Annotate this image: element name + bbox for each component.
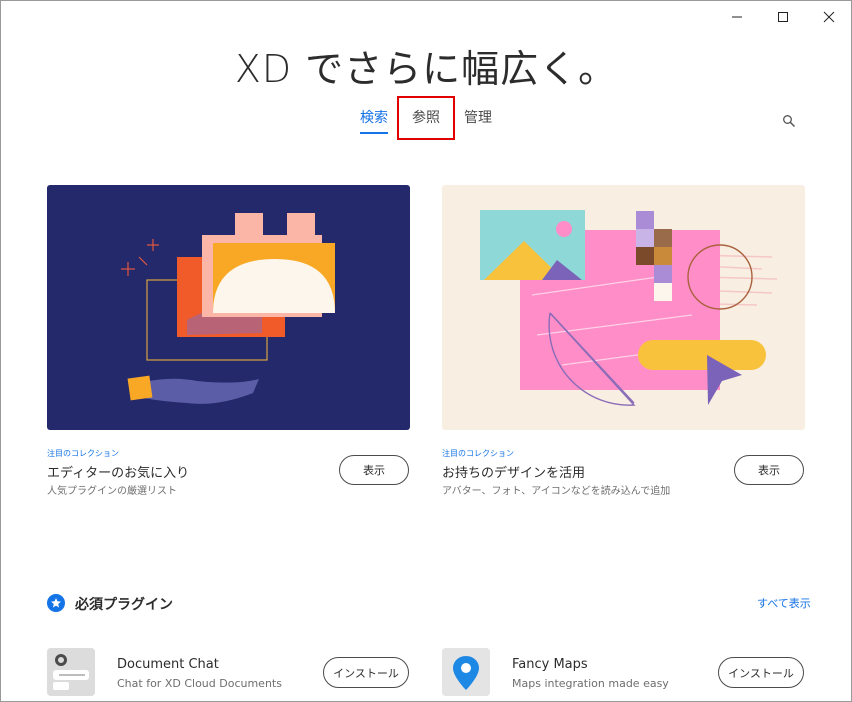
plugin-description: Chat for XD Cloud Documents	[117, 677, 282, 690]
star-badge-icon	[47, 594, 65, 612]
install-button[interactable]: インストール	[323, 657, 409, 688]
maximize-icon	[778, 12, 788, 22]
maximize-button[interactable]	[760, 0, 806, 34]
card-title: エディターのお気に入り	[47, 466, 190, 481]
card-subtitle: 人気プラグインの厳選リスト	[47, 486, 177, 497]
tab-manage[interactable]: 管理	[464, 108, 492, 128]
card-subtitle: アバター、フォト、アイコンなどを読み込んで追加	[442, 486, 671, 497]
card-kicker: 注目のコレクション	[47, 449, 119, 458]
show-button[interactable]: 表示	[339, 455, 409, 485]
tab-search[interactable]: 検索	[360, 108, 388, 134]
tab-browse[interactable]: 参照	[412, 108, 440, 128]
see-all-link[interactable]: すべて表示	[757, 595, 811, 611]
plugin-description: Maps integration made easy	[512, 677, 669, 690]
tab-bar: 検索 参照 管理	[0, 108, 852, 138]
design-assets-illustration[interactable]	[442, 185, 805, 430]
page-title: XD でさらに幅広く。	[234, 47, 618, 91]
card-title: お持ちのデザインを活用	[442, 466, 586, 481]
plugin-name: Document Chat	[117, 657, 219, 672]
show-button[interactable]: 表示	[734, 455, 804, 485]
close-button[interactable]	[806, 0, 852, 34]
map-pin-icon	[442, 648, 490, 696]
install-button[interactable]: インストール	[718, 657, 804, 688]
plugin-name: Fancy Maps	[512, 657, 588, 672]
minimize-button[interactable]	[714, 0, 760, 34]
document-chat-icon	[47, 648, 95, 696]
search-icon[interactable]	[782, 114, 796, 128]
close-icon	[823, 11, 835, 23]
editors-favorites-illustration[interactable]	[47, 185, 410, 430]
section-title: 必須プラグイン	[75, 597, 173, 613]
minimize-icon	[732, 16, 742, 18]
card-kicker: 注目のコレクション	[442, 449, 514, 458]
